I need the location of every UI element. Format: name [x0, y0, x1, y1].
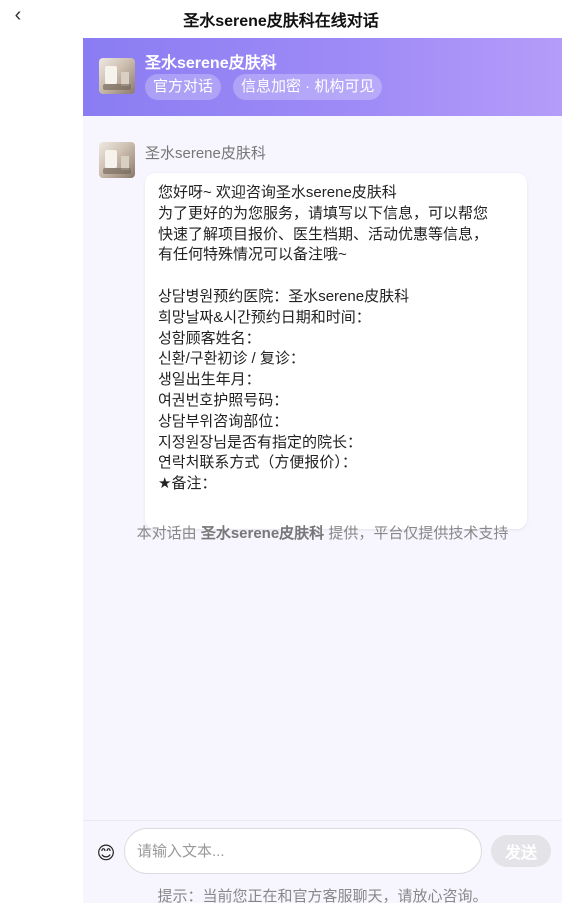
sender-avatar	[99, 142, 135, 178]
safety-hint: 提示：当前您正在和官方客服聊天，请放心咨询。	[157, 888, 488, 905]
form-field-clinic: 상담병원预约医院：圣水serene皮肤科	[158, 287, 410, 305]
form-field-director: 지정원장님是否有指定的院长：	[158, 433, 363, 451]
form-field-contact: 연락처联系方式（方便报价）：	[158, 454, 357, 472]
footnote-prefix: 本对话由	[136, 525, 201, 542]
composer-bar: 😊 发送 提示：当前您正在和官方客服聊天，请放心咨询。	[83, 820, 562, 905]
message-input[interactable]	[124, 828, 482, 874]
message-bubble: 您好呀~ 欢迎咨询圣水serene皮肤科 为了更好的为您服务，请填写以下信息，可…	[145, 173, 527, 529]
form-field-name: 성함顾客姓名：	[158, 329, 261, 347]
message-line: 有任何特殊情况可以备注哦~	[158, 246, 347, 264]
encryption-tag: 信息加密 · 机构可见	[233, 74, 383, 100]
form-field-birthday: 생일出生年月：	[158, 371, 261, 389]
form-field-datetime: 희망날짜&시간预约日期和时间：	[158, 308, 371, 326]
form-field-passport: 여권번호护照号码：	[158, 391, 289, 409]
message-line: 快速了解项目报价、医生档期、活动优惠等信息，	[158, 225, 489, 243]
message-line: 为了更好的为您服务，请填写以下信息，可以帮您	[158, 204, 489, 222]
chat-panel: 圣水serene皮肤科 官方对话 信息加密 · 机构可见 圣水serene皮肤科…	[83, 38, 562, 905]
org-header-card: 圣水serene皮肤科 官方对话 信息加密 · 机构可见	[83, 38, 562, 116]
form-field-notes: ★备注：	[158, 475, 217, 493]
top-bar: ‹ 圣水serene皮肤科在线对话	[0, 0, 562, 34]
official-chat-tag: 官方对话	[145, 74, 222, 100]
send-button[interactable]: 发送	[491, 835, 551, 867]
form-field-area: 상담부위咨询部位：	[158, 412, 289, 430]
emoji-icon[interactable]: 😊	[95, 842, 117, 864]
provider-footnote: 本对话由 圣水serene皮肤科 提供，平台仅提供技术支持	[83, 522, 562, 543]
org-name: 圣水serene皮肤科	[145, 55, 277, 72]
page-title: 圣水serene皮肤科在线对话	[183, 13, 379, 30]
footnote-org: 圣水serene皮肤科	[200, 525, 325, 542]
org-avatar	[99, 58, 135, 94]
message-line: 您好呀~ 欢迎咨询圣水serene皮肤科	[158, 184, 397, 201]
form-field-visit-type: 신환/구환初诊 / 复诊：	[158, 350, 305, 368]
footnote-suffix: 提供，平台仅提供技术支持	[324, 525, 509, 542]
sender-name: 圣水serene皮肤科	[145, 145, 266, 162]
